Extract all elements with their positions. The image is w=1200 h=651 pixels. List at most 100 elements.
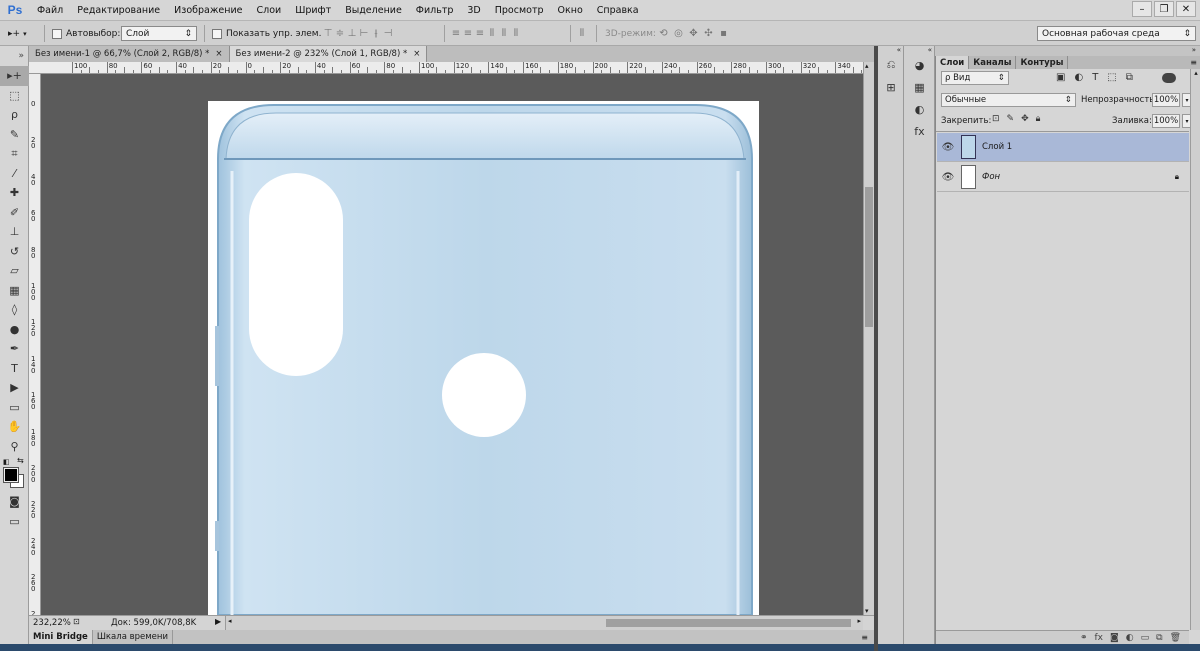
zoom-tool[interactable]: ⚲	[0, 437, 29, 457]
vertical-scroll-thumb[interactable]	[865, 187, 873, 327]
panel-menu-icon[interactable]: ≡	[1190, 56, 1200, 69]
menu-help[interactable]: Справка	[590, 5, 646, 16]
auto-select-dropdown[interactable]: Слой ⇕	[121, 26, 197, 41]
lock-all-icon[interactable]: 🔒︎	[1036, 114, 1041, 124]
filter-type-icon[interactable]: T	[1092, 72, 1098, 83]
auto-select-checkbox[interactable]	[52, 28, 62, 39]
healing-brush-tool[interactable]: ✚	[0, 183, 29, 203]
pen-tool[interactable]: ✒	[0, 339, 29, 359]
document-canvas[interactable]	[208, 101, 759, 615]
tab-layers[interactable]: Слои	[936, 56, 970, 69]
menu-file[interactable]: Файл	[30, 5, 70, 16]
actions-panel-icon[interactable]: ⊞	[878, 76, 904, 98]
crop-tool[interactable]: ⌗	[0, 144, 29, 164]
new-layer-icon[interactable]: ⧉	[1156, 633, 1162, 643]
scroll-down-icon[interactable]: ▾	[865, 607, 869, 615]
default-colors-icon[interactable]: ◧	[3, 458, 11, 466]
align-top-icon[interactable]: ⊤	[322, 28, 334, 39]
3d-rotate-icon[interactable]: ⟲	[656, 28, 671, 39]
restore-button[interactable]: ❐	[1154, 1, 1174, 17]
menu-window[interactable]: Окно	[551, 5, 590, 16]
filter-toggle-switch[interactable]	[1162, 73, 1176, 83]
scroll-left-icon[interactable]: ◂	[228, 617, 232, 625]
visibility-eye-icon[interactable]: 👁︎	[937, 142, 959, 153]
align-vcenter-icon[interactable]: ≑	[334, 28, 346, 39]
adjustments-panel-icon[interactable]: ◐	[904, 98, 935, 120]
tab-channels[interactable]: Каналы	[969, 56, 1017, 69]
panel-collapse-bar[interactable]: »	[935, 46, 1200, 56]
3d-pan-icon[interactable]: ✥	[686, 28, 701, 39]
lock-pixels-icon[interactable]: ✎	[1007, 114, 1015, 124]
move-tool-preset[interactable]: ▸+ ▾	[8, 26, 27, 41]
layer-row-layer-1[interactable]: 👁︎ Слой 1	[937, 133, 1189, 162]
marquee-tool[interactable]: ⬚	[0, 86, 29, 106]
scroll-right-icon[interactable]: ▸	[857, 617, 861, 625]
tab-timeline[interactable]: Шкала времени	[93, 630, 173, 644]
filter-pixel-icon[interactable]: ▣	[1056, 72, 1065, 83]
quick-select-tool[interactable]: ✎	[0, 125, 29, 145]
clone-stamp-tool[interactable]: ⊥	[0, 222, 29, 242]
eraser-tool[interactable]: ▱	[0, 261, 29, 281]
dodge-tool[interactable]: ●	[0, 320, 29, 340]
align-left-icon[interactable]: ⊢	[358, 28, 370, 39]
lock-position-icon[interactable]: ✥	[1021, 114, 1029, 124]
tab-mini-bridge[interactable]: Mini Bridge	[29, 630, 93, 644]
distribute-right-icon[interactable]: ⦀	[510, 28, 522, 39]
tab-document-2[interactable]: Без имени-2 @ 232% (Слой 1, RGB/8) * ×	[229, 46, 428, 62]
filter-shape-icon[interactable]: ⬚	[1107, 72, 1116, 83]
opacity-input[interactable]: 100%	[1152, 93, 1180, 107]
adjustment-layer-icon[interactable]: ◐	[1126, 633, 1134, 643]
hand-tool[interactable]: ✋	[0, 417, 29, 437]
add-mask-icon[interactable]: ◙	[1110, 633, 1119, 643]
tab-document-1[interactable]: Без имени-1 @ 66,7% (Слой 2, RGB/8) * ×	[29, 46, 230, 62]
collapse-icon[interactable]: «	[904, 46, 934, 54]
tab-paths[interactable]: Контуры	[1016, 56, 1069, 69]
export-icon[interactable]: ⊡	[73, 617, 80, 626]
auto-select-option[interactable]: Автовыбор:	[52, 26, 120, 41]
link-layers-icon[interactable]: ⚭	[1080, 633, 1088, 643]
fill-input[interactable]: 100%	[1152, 114, 1180, 128]
menu-edit[interactable]: Редактирование	[70, 5, 167, 16]
layer-row-background[interactable]: 👁︎ Фон 🔒︎	[937, 163, 1189, 192]
lock-transparency-icon[interactable]: ⊡	[992, 114, 1000, 124]
show-controls-checkbox[interactable]	[212, 28, 222, 39]
menu-3d[interactable]: 3D	[460, 5, 487, 16]
swatches-panel-icon[interactable]: ▦	[904, 76, 935, 98]
styles-panel-icon[interactable]: fx	[904, 120, 935, 142]
foreground-color-swatch[interactable]	[3, 467, 19, 483]
visibility-eye-icon[interactable]: 👁︎	[937, 172, 959, 183]
menu-filter[interactable]: Фильтр	[409, 5, 461, 16]
history-panel-icon[interactable]: ⎌	[878, 54, 904, 76]
menu-image[interactable]: Изображение	[167, 5, 249, 16]
minimize-button[interactable]: –	[1132, 1, 1152, 17]
layer-style-icon[interactable]: fx	[1095, 633, 1104, 643]
3d-slide-icon[interactable]: ✣	[701, 28, 716, 39]
workspace-dropdown[interactable]: Основная рабочая среда ⇕	[1037, 26, 1196, 41]
close-button[interactable]: ✕	[1176, 1, 1196, 17]
canvas-area[interactable]	[41, 74, 863, 615]
menu-view[interactable]: Просмотр	[488, 5, 551, 16]
color-panel-icon[interactable]: ◕	[904, 54, 935, 76]
filter-adjustment-icon[interactable]: ◐	[1074, 72, 1083, 83]
align-hcenter-icon[interactable]: ⫲	[370, 28, 382, 39]
layer-name[interactable]: Слой 1	[982, 142, 1189, 152]
layer-filter-dropdown[interactable]: ρ Вид ⇕	[941, 71, 1009, 85]
collapse-icon[interactable]: «	[878, 46, 903, 54]
align-bottom-icon[interactable]: ⊥	[346, 28, 358, 39]
gradient-tool[interactable]: ▦	[0, 281, 29, 301]
menu-select[interactable]: Выделение	[338, 5, 409, 16]
toolbar-collapse-icon[interactable]: »	[0, 46, 28, 66]
horizontal-scroll-thumb[interactable]	[606, 619, 851, 627]
horizontal-scrollbar[interactable]: ◂ ▸	[225, 616, 863, 630]
move-tool[interactable]: ▸+	[0, 66, 29, 86]
close-icon[interactable]: ×	[413, 49, 420, 59]
type-tool[interactable]: T	[0, 359, 29, 379]
3d-roll-icon[interactable]: ◎	[671, 28, 686, 39]
scroll-up-icon[interactable]: ▴	[865, 62, 869, 70]
shape-tool[interactable]: ▭	[0, 398, 29, 418]
layer-name[interactable]: Фон	[982, 172, 1175, 182]
filter-smart-object-icon[interactable]: ⧉	[1126, 72, 1133, 83]
close-icon[interactable]: ×	[215, 49, 222, 59]
distribute-top-icon[interactable]: ≡	[450, 28, 462, 39]
blend-mode-dropdown[interactable]: Обычные ⇕	[941, 93, 1076, 107]
